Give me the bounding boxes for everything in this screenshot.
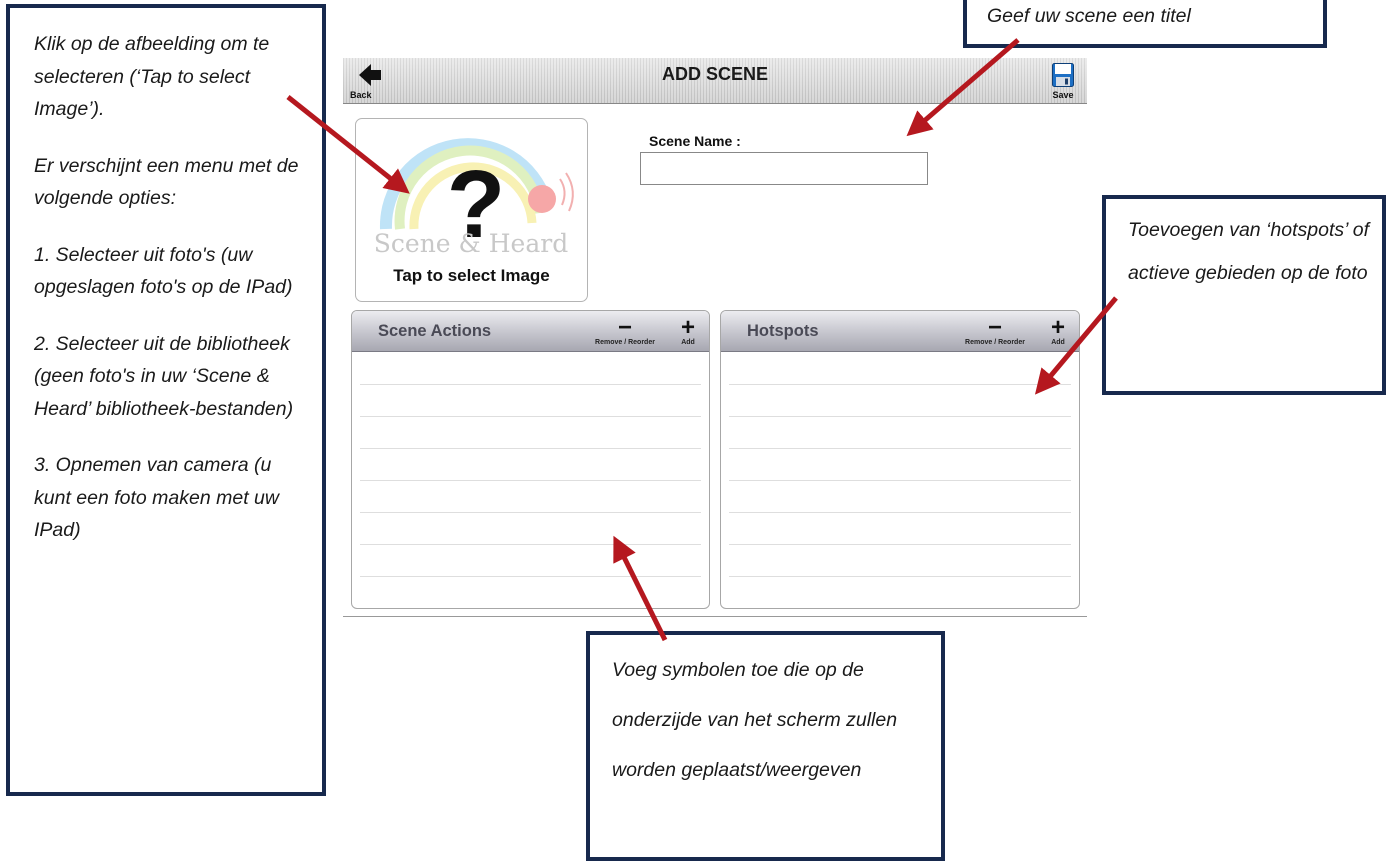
list-row[interactable]	[360, 545, 701, 577]
hotspots-list	[729, 353, 1071, 577]
annotation-scene-title: Geef uw scene een titel	[963, 0, 1327, 48]
list-row[interactable]	[360, 513, 701, 545]
add-label: Add	[681, 339, 695, 346]
scene-actions-header: Scene Actions − Remove / Reorder + Add	[352, 311, 709, 352]
hotspots-panel: Hotspots − Remove / Reorder + Add	[720, 310, 1080, 609]
add-button[interactable]: + Add	[677, 314, 699, 347]
scene-actions-list	[360, 353, 701, 577]
annotation-text: Er verschijnt een menu met de volgende o…	[34, 154, 299, 210]
scene-actions-panel: Scene Actions − Remove / Reorder + Add	[351, 310, 710, 609]
navigation-bar: Back ADD SCENE Save	[343, 58, 1087, 104]
minus-icon: −	[617, 314, 632, 341]
list-row[interactable]	[360, 385, 701, 417]
list-row[interactable]	[360, 481, 701, 513]
image-picker[interactable]: ? Scene & Heard Tap to select Image	[355, 118, 588, 302]
tap-to-select-label: Tap to select Image	[393, 266, 550, 285]
floppy-disk-icon	[1052, 63, 1074, 87]
add-scene-screen: Back ADD SCENE Save ? Scene & Heard Tap …	[343, 58, 1087, 617]
annotation-text: 3. Opnemen van camera (u kunt een foto m…	[34, 454, 279, 541]
list-row[interactable]	[729, 385, 1071, 417]
list-row[interactable]	[729, 513, 1071, 545]
annotation-text: Voeg symbolen toe die op de onderzijde v…	[612, 659, 898, 781]
annotation-text: Toevoegen van ‘hotspots’ of actieve gebi…	[1128, 219, 1370, 284]
list-row[interactable]	[360, 449, 701, 481]
remove-reorder-label: Remove / Reorder	[965, 339, 1025, 346]
annotation-text: Klik op de afbeelding om te selecteren (…	[34, 33, 270, 120]
scene-name-input[interactable]	[640, 152, 928, 185]
list-row[interactable]	[729, 417, 1071, 449]
remove-reorder-label: Remove / Reorder	[595, 339, 655, 346]
panel-title: Hotspots	[747, 322, 819, 340]
annotation-text: Geef uw scene een titel	[987, 5, 1191, 27]
annotation-image-selection: Klik op de afbeelding om te selecteren (…	[6, 4, 326, 796]
page-title: ADD SCENE	[661, 64, 768, 84]
list-row[interactable]	[360, 353, 701, 385]
list-row[interactable]	[729, 545, 1071, 577]
plus-icon: +	[680, 314, 695, 341]
list-row[interactable]	[729, 449, 1071, 481]
remove-reorder-button[interactable]: − Remove / Reorder	[955, 314, 1035, 347]
annotation-text: 2. Selecteer uit de bibliotheek (geen fo…	[34, 332, 294, 420]
annotation-scene-actions: Voeg symbolen toe die op de onderzijde v…	[586, 631, 945, 861]
save-label: Save	[1052, 90, 1074, 100]
back-label: Back	[350, 90, 372, 100]
svg-text:Scene & Heard: Scene & Heard	[374, 229, 568, 258]
add-button[interactable]: + Add	[1047, 314, 1069, 347]
scene-name-label: Scene Name :	[649, 133, 741, 149]
list-row[interactable]	[360, 417, 701, 449]
hotspots-header: Hotspots − Remove / Reorder + Add	[721, 311, 1079, 352]
minus-icon: −	[987, 314, 1002, 341]
remove-reorder-button[interactable]: − Remove / Reorder	[585, 314, 665, 347]
annotation-hotspots: Toevoegen van ‘hotspots’ of actieve gebi…	[1102, 195, 1386, 395]
save-button[interactable]: Save	[1043, 61, 1083, 101]
annotation-text: 1. Selecteer uit foto's (uw opgeslagen f…	[34, 243, 293, 299]
add-label: Add	[1051, 339, 1065, 346]
list-row[interactable]	[729, 353, 1071, 385]
panel-title: Scene Actions	[378, 322, 492, 340]
list-row[interactable]	[729, 481, 1071, 513]
plus-icon: +	[1050, 314, 1065, 341]
